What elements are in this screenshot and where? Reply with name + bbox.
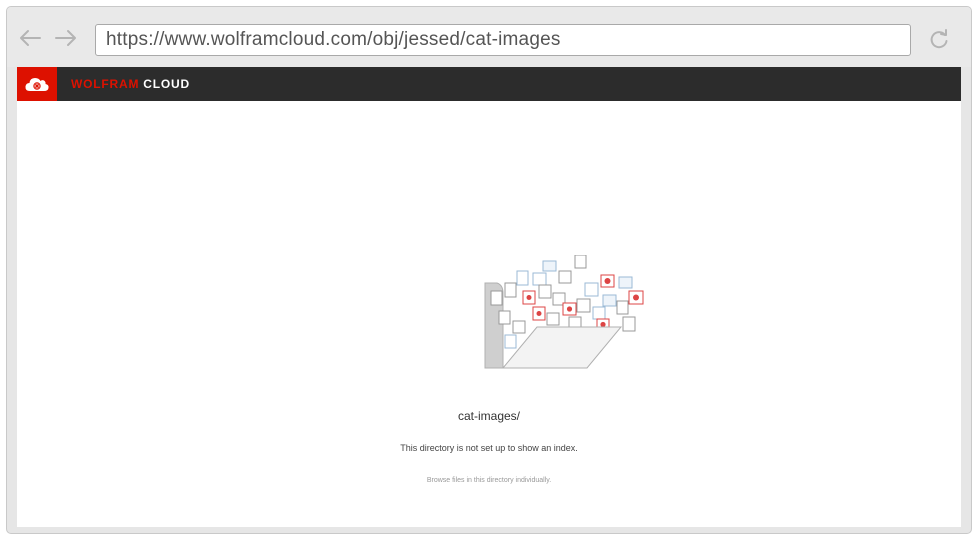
brand-secondary: CLOUD [143,77,190,91]
brand-wordmark[interactable]: WOLFRAM CLOUD [71,67,190,101]
reload-button[interactable] [925,27,953,53]
browse-files-link[interactable]: Browse files in this directory individua… [17,477,961,484]
brand-primary: WOLFRAM [71,77,140,91]
directory-name: cat-images/ [457,409,521,423]
forward-button[interactable] [53,27,79,49]
wolfram-cloud-logo-button[interactable] [17,67,57,101]
arrow-left-icon [20,30,41,46]
folder-with-files-icon [484,255,644,369]
browser-window: https://www.wolframcloud.com/obj/jessed/… [6,6,972,534]
back-button[interactable] [17,27,43,49]
address-bar[interactable]: https://www.wolframcloud.com/obj/jessed/… [95,24,911,56]
no-index-message: This directory is not set up to show an … [400,443,578,453]
page-viewport: WOLFRAM CLOUD cat-images/ This directory… [17,67,961,527]
arrow-right-icon [55,30,76,46]
reload-icon [930,29,948,49]
wolfram-cloud-logo-icon [25,78,49,91]
browser-toolbar: https://www.wolframcloud.com/obj/jessed/… [7,7,971,67]
wolfram-cloud-header: WOLFRAM CLOUD [17,67,961,101]
